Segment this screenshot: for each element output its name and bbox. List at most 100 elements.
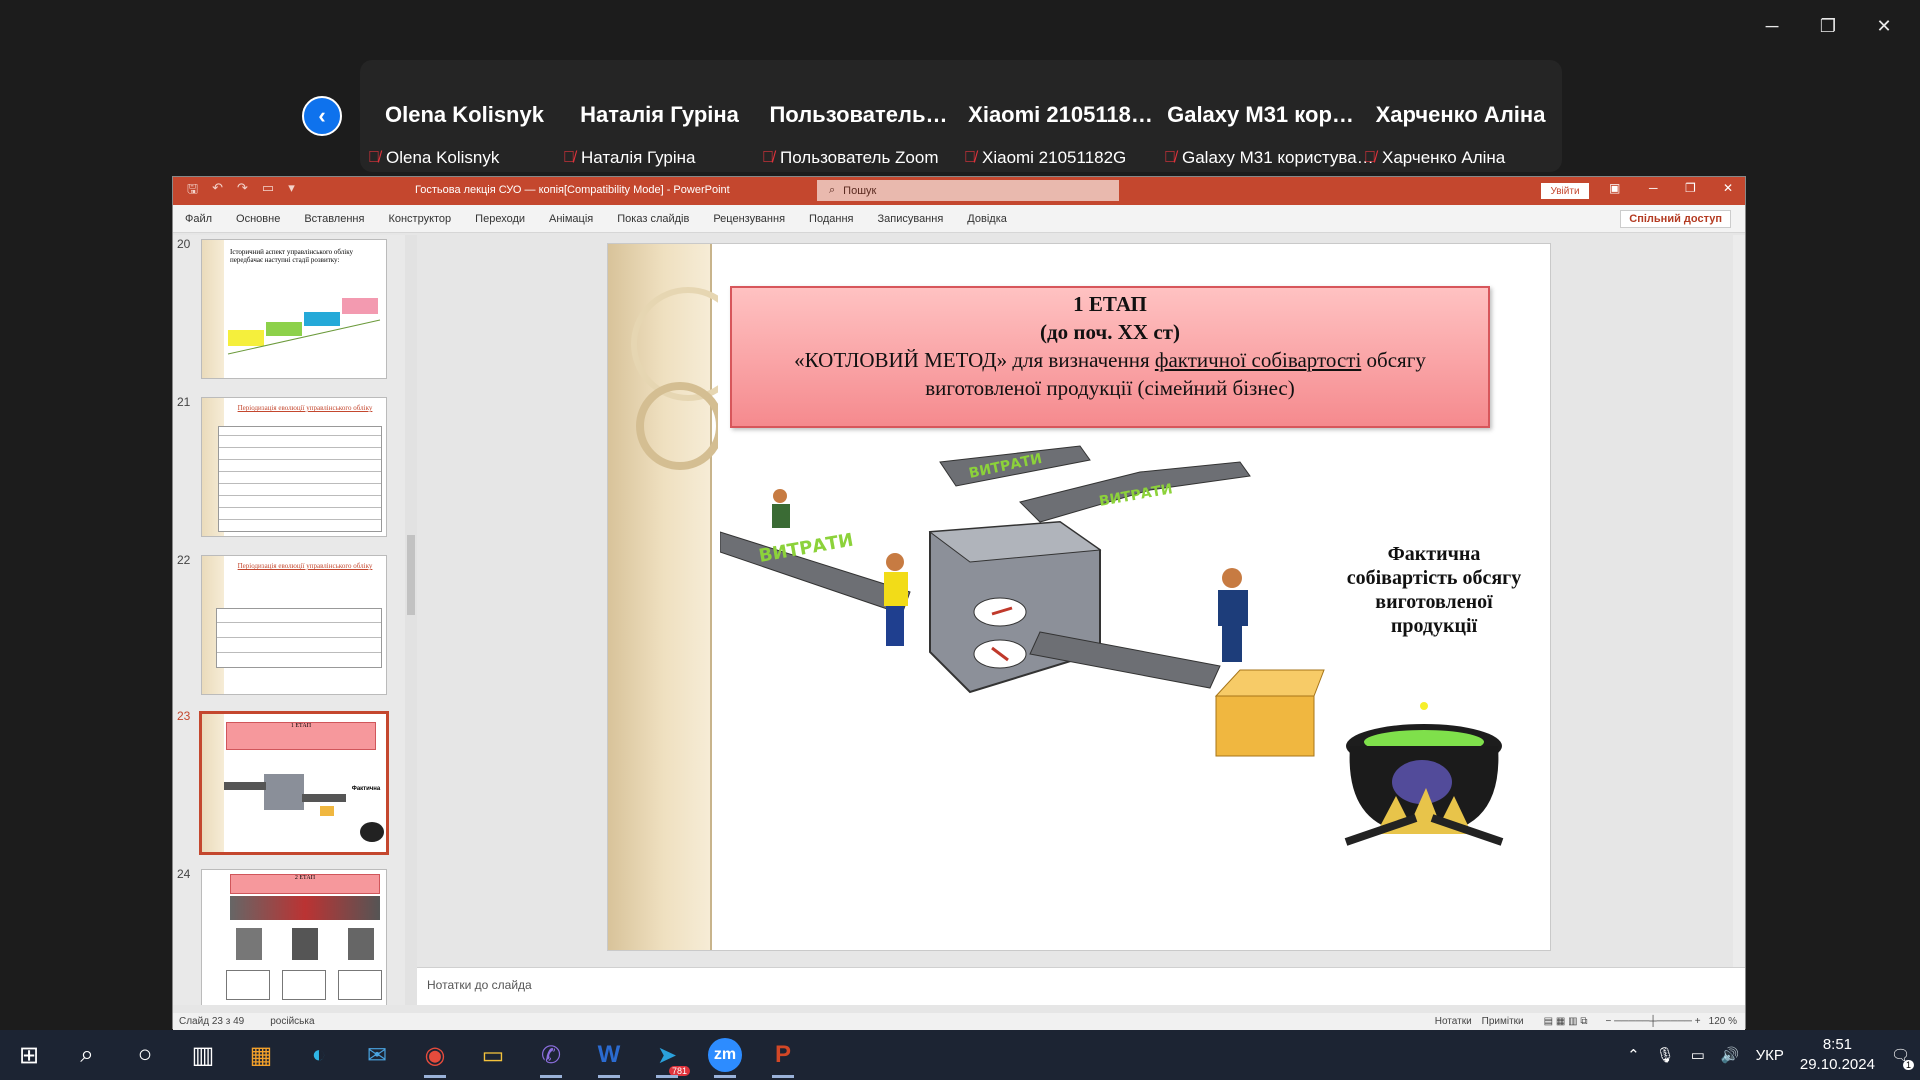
tab-recording[interactable]: Записування (877, 213, 943, 225)
notes-placeholder: Нотатки до слайда (427, 978, 532, 992)
slide-scrollbar[interactable] (1733, 235, 1745, 967)
zoom-icon[interactable]: zm (696, 1030, 754, 1080)
redo-icon[interactable]: ↷ (237, 180, 248, 202)
tab-animations[interactable]: Анімація (549, 213, 593, 225)
tab-transitions[interactable]: Переходи (475, 213, 525, 225)
tab-help[interactable]: Довідка (967, 213, 1007, 225)
tab-review[interactable]: Рецензування (713, 213, 785, 225)
participant-tile[interactable]: Наталія Гуріна 🎙̸ Наталія Гуріна (557, 60, 762, 172)
present-icon[interactable]: ▭ (262, 180, 274, 202)
thumbnail-box (282, 970, 326, 1000)
chevron-up-icon[interactable]: ⌃ (1627, 1046, 1640, 1064)
thumbnail[interactable]: 2 ЕТАП (201, 869, 387, 1005)
search-input[interactable]: ⌕ Пошук (817, 180, 1119, 201)
search-icon[interactable]: ⌕ (58, 1030, 116, 1080)
telegram-icon[interactable]: ➤ 781 (638, 1030, 696, 1080)
participant-tile[interactable]: Пользователь… 🎙̸ Пользователь Zoom (756, 60, 961, 172)
chevron-left-icon[interactable]: ‹ (302, 96, 342, 136)
edge-icon[interactable]: ◐ (290, 1030, 348, 1080)
language-indicator[interactable]: УКР (1756, 1047, 1784, 1064)
restore-button[interactable]: ❐ (1800, 8, 1856, 44)
participant-small-name: Olena Kolisnyk (386, 148, 500, 167)
participant-label: 🎙̸ Пользователь Zoom (762, 148, 939, 168)
tab-view[interactable]: Подання (809, 213, 853, 225)
thumbnail-number: 24 (177, 867, 191, 881)
thumbnail-text: Історичний аспект управлінського обліку … (230, 248, 354, 264)
taskbar: ⊞ ⌕ ○ ▥ ▦ ◐ ✉ ◉ ▭ ✆ W ➤ 781 zm P ⌃ 🎙 ▭ 🔊 … (0, 1030, 1920, 1080)
network-icon[interactable]: ▭ (1691, 1046, 1705, 1064)
thumbnail-number: 21 (177, 395, 191, 409)
thumbnail[interactable]: Періодизація еволюції управлінського обл… (201, 555, 387, 695)
slide-title-line4: виготовленої продукції (сімейний бізнес) (925, 376, 1295, 400)
tab-insert[interactable]: Вставлення (304, 213, 364, 225)
zoom-level[interactable]: 120 % (1709, 1016, 1737, 1027)
minimize-button[interactable]: ─ (1744, 8, 1800, 44)
tab-slideshow[interactable]: Показ слайдів (617, 213, 689, 225)
participant-tile[interactable]: Olena Kolisnyk 🎙̸ Olena Kolisnyk (362, 60, 567, 172)
thumbnail-photo (230, 896, 380, 920)
viber-icon[interactable]: ✆ (522, 1030, 580, 1080)
clock[interactable]: 8:51 29.10.2024 (1800, 1035, 1875, 1075)
thumbnail-box (338, 970, 382, 1000)
tab-design[interactable]: Конструктор (388, 213, 451, 225)
slide-title-underlined: фактичної собівартості (1154, 348, 1362, 372)
undo-icon[interactable]: ↶ (212, 180, 223, 202)
system-tray: ⌃ 🎙 ▭ 🔊 УКР 8:51 29.10.2024 🗨 1 (1627, 1030, 1920, 1080)
slide-title-box: 1 ЕТАП (до поч. XX ст) «КОТЛОВИЙ МЕТОД» … (730, 286, 1490, 428)
notification-icon[interactable]: 🗨 1 (1891, 1046, 1914, 1070)
participant-name: Пользователь… (769, 102, 948, 127)
thumbnail-number: 23 (177, 709, 191, 723)
volume-icon[interactable]: 🔊 (1721, 1046, 1740, 1064)
notification-badge: 1 (1902, 1060, 1914, 1070)
notes-pane[interactable]: Нотатки до слайда (417, 967, 1745, 1005)
thumbnail-number: 22 (177, 553, 191, 567)
restore-icon[interactable]: ❐ (1685, 181, 1696, 195)
participant-name: Наталія Гуріна (580, 102, 739, 127)
close-button[interactable]: ✕ (1856, 8, 1912, 44)
thumbnail-graphic: Фактична (224, 774, 384, 842)
view-buttons[interactable]: ▤ ▦ ▥ ⧉ (1544, 1016, 1588, 1027)
tab-file[interactable]: Файл (185, 213, 212, 225)
participant-label: 🎙̸ Наталія Гуріна (563, 148, 695, 168)
participant-name: Galaxy M31 кор… (1167, 102, 1354, 127)
chrome-icon[interactable]: ◉ (406, 1030, 464, 1080)
microphone-icon[interactable]: 🎙 (1656, 1046, 1675, 1064)
ribbon-display-icon[interactable]: ▣ (1609, 181, 1620, 195)
store-icon[interactable]: ▦ (232, 1030, 290, 1080)
notes-toggle[interactable]: Нотатки (1435, 1016, 1472, 1027)
mail-icon[interactable]: ✉ (348, 1030, 406, 1080)
thumbnail-selected[interactable]: 1 ЕТАП Фактична (199, 711, 389, 855)
language-indicator[interactable]: російська (270, 1016, 314, 1027)
tab-home[interactable]: Основне (236, 213, 280, 225)
participant-tile[interactable]: Xiaomi 2105118… 🎙̸ Xiaomi 21051182G (958, 60, 1163, 172)
customize-icon[interactable]: ▾ (288, 180, 295, 202)
slide-title-text: обсягу (1361, 348, 1426, 372)
thumbnail[interactable]: Історичний аспект управлінського обліку … (201, 239, 387, 379)
minimize-icon[interactable]: ─ (1649, 181, 1658, 195)
word-icon[interactable]: W (580, 1030, 638, 1080)
thumbnail-scrollbar[interactable] (405, 235, 417, 1005)
powerpoint-icon[interactable]: P (754, 1030, 812, 1080)
share-button[interactable]: Спільний доступ (1620, 210, 1731, 228)
svg-text:Фактична: Фактична (352, 786, 381, 792)
zoom-slider[interactable]: − ─────┼───── + (1605, 1016, 1700, 1027)
scrollbar-thumb[interactable] (407, 535, 415, 615)
windows-start-icon[interactable]: ⊞ (0, 1030, 58, 1080)
thumbnail-portrait (292, 928, 318, 960)
thumbnail[interactable]: Періодизація еволюції управлінського обл… (201, 397, 387, 537)
participant-tile[interactable]: Galaxy M31 кор… 🎙̸ Galaxy M31 користува… (1158, 60, 1374, 172)
cortana-icon[interactable]: ○ (116, 1030, 174, 1080)
participant-tile[interactable]: Харченко Аліна 🎙̸ Харченко Аліна (1358, 60, 1563, 172)
share-label: Спільний доступ (1629, 213, 1722, 225)
current-slide[interactable]: 1 ЕТАП (до поч. XX ст) «КОТЛОВИЙ МЕТОД» … (607, 243, 1551, 951)
slide-thumbnails: 20 Історичний аспект управлінського облі… (173, 235, 405, 1005)
comments-toggle[interactable]: Примітки (1482, 1016, 1524, 1027)
save-icon[interactable]: 🖫 (187, 180, 198, 202)
file-explorer-icon[interactable]: ▭ (464, 1030, 522, 1080)
task-view-icon[interactable]: ▥ (174, 1030, 232, 1080)
close-icon[interactable]: ✕ (1723, 181, 1733, 195)
mic-off-icon: 🎙̸ (1164, 149, 1176, 166)
signin-button[interactable]: Увійти (1541, 183, 1589, 199)
participant-label: 🎙̸ Харченко Аліна (1364, 148, 1505, 168)
slide-title-text: «КОТЛОВИЙ МЕТОД» для визначення (794, 348, 1155, 372)
